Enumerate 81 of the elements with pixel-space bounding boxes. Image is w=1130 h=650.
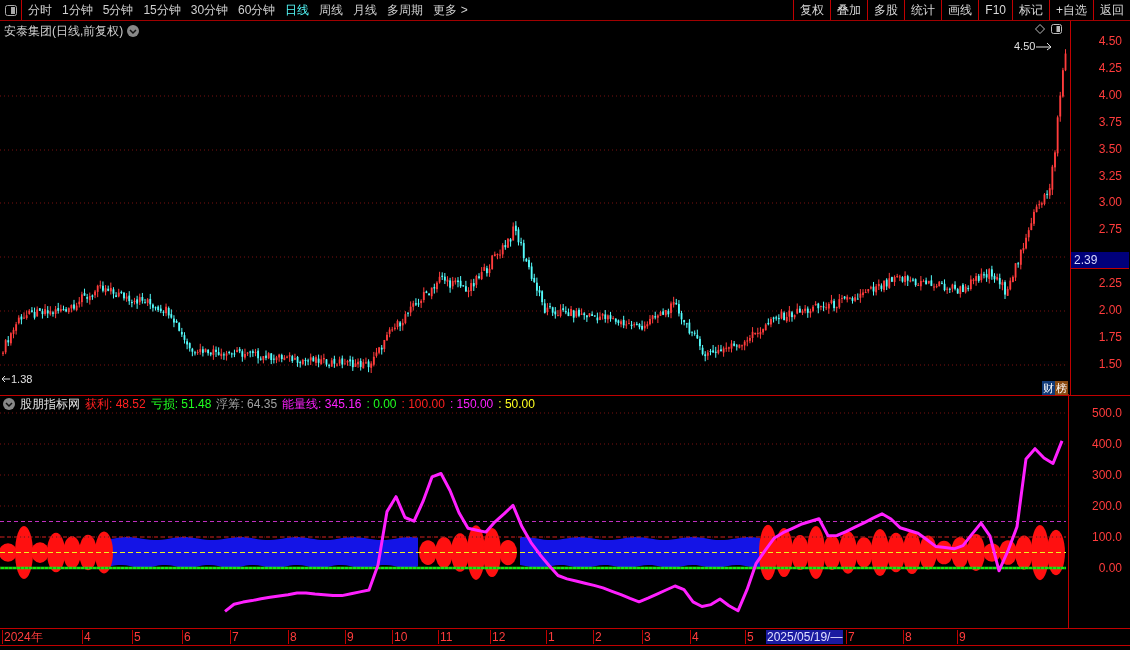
ranking-badge[interactable]: 榜 bbox=[1055, 381, 1068, 395]
date-axis-label: 10 bbox=[392, 630, 408, 644]
price-tick-label: 1.75 bbox=[1098, 330, 1122, 344]
price-tick-label: 2.25 bbox=[1098, 276, 1122, 290]
date-axis-label: 4 bbox=[82, 630, 91, 644]
diamond-icon[interactable] bbox=[1035, 24, 1045, 34]
period-tab[interactable]: 15分钟 bbox=[143, 1, 181, 19]
cursor-date-label: 2025/05/19/— bbox=[766, 630, 844, 644]
date-axis-label: 8 bbox=[903, 630, 912, 644]
price-tick-label: 3.75 bbox=[1098, 115, 1122, 129]
indicator-label: 亏损 bbox=[150, 395, 175, 413]
indicator-tick-label: 400.0 bbox=[1091, 437, 1122, 451]
toolbar-button[interactable]: 返回 bbox=[1093, 0, 1130, 20]
date-axis-label: 3 bbox=[642, 630, 651, 644]
price-tick-label: 2.00 bbox=[1098, 303, 1122, 317]
indicator-value: : 64.35 bbox=[240, 395, 278, 413]
indicator-tick-label: 100.0 bbox=[1091, 530, 1122, 544]
price-tick-label: 4.25 bbox=[1098, 61, 1122, 75]
price-tick-label: 1.50 bbox=[1098, 357, 1122, 371]
date-axis-label: 11 bbox=[438, 630, 453, 644]
price-tick-label: 3.25 bbox=[1098, 169, 1122, 183]
low-price-label: 1.38 bbox=[11, 372, 33, 387]
period-tab[interactable]: 更多 > bbox=[433, 1, 468, 19]
period-tab[interactable]: 5分钟 bbox=[102, 1, 134, 19]
indicator-value: : 48.52 bbox=[109, 395, 146, 413]
toolbar-button[interactable]: +自选 bbox=[1049, 0, 1093, 20]
date-axis-label: 8 bbox=[288, 630, 297, 644]
date-axis-label: 12 bbox=[490, 630, 506, 644]
current-price-tag: 2.39 bbox=[1071, 252, 1129, 269]
date-axis-label: 9 bbox=[957, 630, 966, 644]
panel-toggle-icon[interactable] bbox=[1051, 24, 1062, 34]
date-axis-label: 4 bbox=[690, 630, 699, 644]
date-axis-label: 7 bbox=[846, 630, 855, 644]
indicator-value: : 100.00 bbox=[401, 395, 445, 413]
date-axis-label: 2 bbox=[593, 630, 602, 644]
toolbar-button[interactable]: 叠加 bbox=[830, 0, 868, 20]
toolbar-button[interactable]: 复权 bbox=[793, 0, 831, 20]
indicator-tick-label: 0.00 bbox=[1098, 561, 1122, 575]
period-tab[interactable]: 30分钟 bbox=[190, 1, 229, 19]
price-tick-label: 3.50 bbox=[1098, 142, 1122, 156]
indicator-value: : 345.16 bbox=[318, 395, 362, 413]
period-tab[interactable]: 周线 bbox=[319, 1, 344, 19]
period-tab[interactable]: 分时 bbox=[28, 1, 52, 19]
finance-badge[interactable]: 财 bbox=[1042, 381, 1055, 395]
chevron-down-icon[interactable] bbox=[3, 397, 15, 410]
toolbar-button[interactable]: 画线 bbox=[941, 0, 979, 20]
period-tab[interactable]: 多周期 bbox=[387, 1, 424, 19]
arrow-icon bbox=[1, 375, 11, 384]
date-axis-label: 5 bbox=[132, 630, 141, 644]
period-tab[interactable]: 60分钟 bbox=[238, 1, 276, 19]
price-tick-label: 4.50 bbox=[1098, 34, 1122, 48]
price-tick-label: 2.75 bbox=[1098, 222, 1122, 236]
toolbar-button[interactable]: F10 bbox=[978, 0, 1012, 20]
price-tick-label: 3.00 bbox=[1098, 195, 1122, 209]
indicator-tick-label: 200.0 bbox=[1091, 499, 1122, 513]
date-axis-label: 1 bbox=[546, 630, 555, 644]
indicator-tick-label: 300.0 bbox=[1091, 468, 1122, 482]
indicator-value: : 50.00 bbox=[498, 395, 535, 413]
period-tab[interactable]: 日线 bbox=[285, 1, 310, 19]
date-axis-label: 6 bbox=[182, 630, 191, 644]
indicator-value: : 0.00 bbox=[366, 395, 397, 413]
toolbar-button[interactable]: 标记 bbox=[1012, 0, 1049, 20]
period-tab[interactable]: 1分钟 bbox=[62, 1, 93, 19]
panel-toggle-icon[interactable] bbox=[4, 4, 17, 16]
indicator-tick-label: 500.0 bbox=[1091, 406, 1122, 420]
high-price-label: 4.50 bbox=[1014, 39, 1036, 54]
chevron-down-icon[interactable] bbox=[127, 25, 140, 37]
toolbar-button[interactable]: 统计 bbox=[904, 0, 942, 20]
date-axis-label: 7 bbox=[230, 630, 239, 644]
chart-title: 安泰集团(日线,前复权) bbox=[4, 23, 124, 40]
indicator-value: : 51.48 bbox=[174, 395, 212, 413]
arrow-icon bbox=[1035, 41, 1054, 52]
indicator-label: 获利 bbox=[85, 395, 109, 413]
price-tick-label: 4.00 bbox=[1098, 88, 1122, 102]
date-axis-label: 5 bbox=[745, 630, 754, 644]
date-axis-label: 2024年 bbox=[2, 630, 43, 644]
toolbar-button[interactable]: 多股 bbox=[867, 0, 905, 20]
indicator-value: : 150.00 bbox=[449, 395, 494, 413]
date-axis-label: 9 bbox=[345, 630, 354, 644]
indicator-title: 股朋指标网 bbox=[20, 395, 80, 413]
period-tab[interactable]: 月线 bbox=[353, 1, 378, 19]
